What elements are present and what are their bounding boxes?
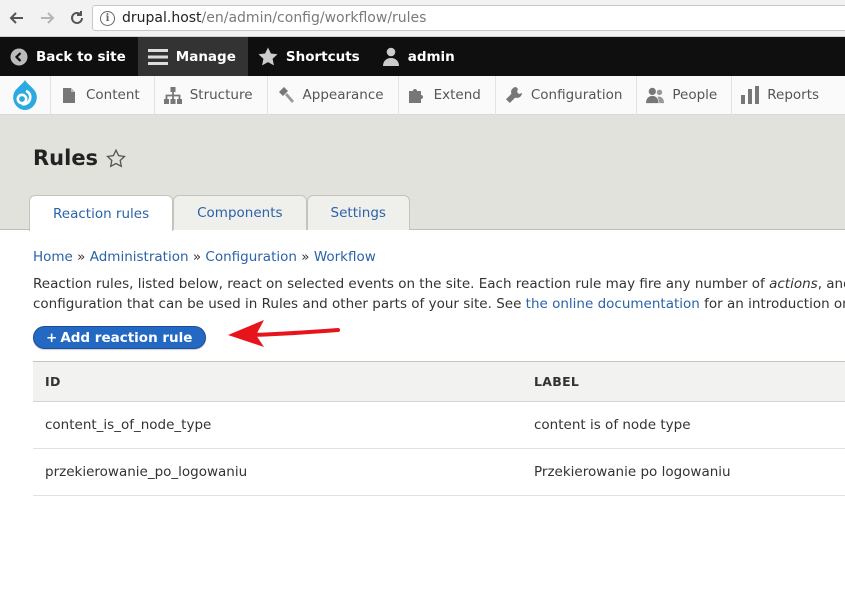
people-icon	[646, 86, 665, 104]
tray-item-configuration[interactable]: Configuration	[494, 75, 637, 115]
description-line-2: configuration that can be used in Rules …	[33, 294, 845, 314]
bar-chart-icon	[741, 86, 760, 104]
breadcrumb-separator: »	[301, 249, 310, 265]
column-header-label[interactable]: LABEL	[522, 374, 845, 389]
page-title: Rules	[33, 146, 126, 170]
column-header-id[interactable]: ID	[33, 374, 522, 389]
tray-item-people[interactable]: People	[636, 75, 731, 115]
table-cell-label: content is of node type	[534, 417, 691, 433]
back-to-site-label: Back to site	[36, 48, 126, 65]
reaction-rules-table: ID LABEL content_is_of_node_type content…	[33, 361, 845, 496]
tab-reaction-rules[interactable]: Reaction rules	[29, 195, 174, 231]
add-reaction-rule-button[interactable]: + Add reaction rule	[33, 326, 207, 349]
file-icon	[60, 86, 78, 104]
description-text: configuration that can be used in Rules …	[33, 296, 526, 312]
tray-item-reports[interactable]: Reports	[731, 75, 833, 115]
tray-item-label: Appearance	[302, 87, 384, 103]
breadcrumb-separator: »	[77, 249, 86, 265]
description-emphasis: actions	[769, 276, 818, 292]
star-icon	[258, 47, 278, 66]
puzzle-icon	[408, 86, 426, 104]
sitemap-icon	[163, 86, 182, 104]
paintbrush-icon	[277, 86, 295, 104]
annotation-arrow-icon	[228, 320, 340, 347]
breadcrumb-configuration[interactable]: Configuration	[205, 249, 297, 265]
breadcrumb-separator: »	[192, 249, 202, 265]
user-label: admin	[407, 48, 455, 65]
manage-tab[interactable]: Manage	[137, 37, 248, 76]
plus-icon: +	[46, 329, 58, 346]
tray-item-structure[interactable]: Structure	[153, 75, 267, 115]
admin-toolbar: Back to site Manage Shortcuts admin	[0, 37, 845, 76]
breadcrumb-administration[interactable]: Administration	[90, 249, 189, 265]
table-cell-id: content_is_of_node_type	[45, 417, 212, 433]
wrench-icon	[505, 86, 523, 104]
breadcrumb-home[interactable]: Home	[33, 249, 73, 265]
forward-arrow-icon[interactable]	[34, 5, 60, 31]
url-host: drupal.host	[122, 10, 202, 26]
description-line-1: Reaction rules, listed below, react on s…	[33, 274, 845, 294]
back-arrow-icon[interactable]	[4, 5, 30, 31]
tab-settings[interactable]: Settings	[306, 195, 410, 230]
description-text: , and ma	[817, 276, 845, 292]
table-row: content_is_of_node_type content is of no…	[33, 402, 845, 449]
add-reaction-rule-label: Add reaction rule	[60, 329, 193, 346]
browser-bar: i drupal.host/en/admin/config/workflow/r…	[0, 0, 845, 37]
reload-icon[interactable]	[64, 5, 90, 31]
tray-item-label: Reports	[767, 87, 820, 103]
tab-components[interactable]: Components	[173, 195, 307, 230]
description-text: for an introduction on how	[704, 296, 845, 312]
admin-tray: Content Structure Appearance Extend Conf…	[0, 75, 845, 115]
manage-label: Manage	[175, 48, 236, 65]
online-documentation-link[interactable]: the online documentation	[526, 296, 700, 312]
info-icon[interactable]: i	[100, 10, 115, 26]
table-cell-id: przekierowanie_po_logowaniu	[45, 464, 248, 480]
user-tab[interactable]: admin	[372, 37, 467, 76]
tray-item-label: Configuration	[530, 87, 623, 103]
tray-item-label: Extend	[433, 87, 481, 103]
back-to-site-link[interactable]: Back to site	[0, 37, 138, 76]
address-bar[interactable]: i drupal.host/en/admin/config/workflow/r…	[92, 5, 845, 31]
breadcrumb: Home » Administration » Configuration » …	[33, 249, 376, 265]
tray-item-appearance[interactable]: Appearance	[266, 75, 398, 115]
tray-item-label: People	[672, 87, 718, 103]
primary-tabs: Reaction rules Components Settings	[29, 195, 410, 231]
table-row: przekierowanie_po_logowaniu Przekierowan…	[33, 449, 845, 496]
tray-item-label: Structure	[189, 87, 253, 103]
table-header: ID LABEL	[33, 361, 845, 402]
page-title-text: Rules	[33, 146, 99, 170]
shortcuts-label: Shortcuts	[285, 48, 360, 65]
tray-item-label: Content	[86, 87, 140, 103]
description-text: Reaction rules, listed below, react on s…	[33, 276, 770, 292]
shortcuts-tab[interactable]: Shortcuts	[248, 37, 372, 76]
tray-item-content[interactable]: Content	[50, 75, 154, 115]
hamburger-icon	[147, 48, 168, 66]
page-header: Rules Reaction rules Components Settings	[0, 115, 845, 231]
breadcrumb-workflow[interactable]: Workflow	[314, 249, 376, 265]
shortcut-star-icon[interactable]	[106, 148, 126, 168]
tray-item-extend[interactable]: Extend	[397, 75, 495, 115]
back-circle-icon	[10, 48, 28, 66]
page-description: Reaction rules, listed below, react on s…	[33, 274, 845, 314]
user-icon	[382, 47, 400, 66]
url-path: /en/admin/config/workflow/rules	[201, 10, 427, 26]
drupal-logo-icon[interactable]	[0, 76, 50, 115]
table-cell-label: Przekierowanie po logowaniu	[534, 464, 731, 480]
